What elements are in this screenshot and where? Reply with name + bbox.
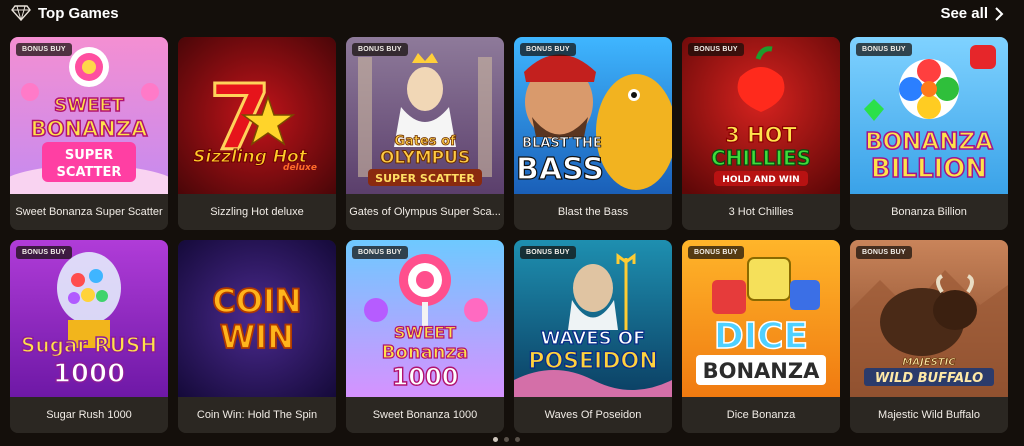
art-subtitle: deluxe xyxy=(283,163,317,173)
art-title: 1000 xyxy=(53,359,125,389)
art-title: Sugar RUSH xyxy=(21,333,157,357)
art-title: CHILLIES xyxy=(711,146,811,170)
game-title: 3 Hot Chillies xyxy=(682,194,840,230)
games-grid: SWEET BONANZA SUPER SCATTER BONUS BUY Sw… xyxy=(10,37,1010,433)
game-card[interactable]: 3 HOT CHILLIES HOLD AND WIN BONUS BUY 3 … xyxy=(682,37,840,230)
game-title: Dice Bonanza xyxy=(682,397,840,433)
game-thumbnail: WAVES OF POSEIDON BONUS BUY xyxy=(514,240,672,397)
art-subtitle: SUPER SCATTER xyxy=(375,172,475,185)
game-title: Sweet Bonanza Super Scatter xyxy=(10,194,168,230)
chevron-right-icon xyxy=(995,6,1004,21)
art-title: 1000 xyxy=(392,363,459,391)
game-thumbnail: Gates of OLYMPUS SUPER SCATTER BONUS BUY xyxy=(346,37,504,194)
diamond-icon xyxy=(11,5,31,21)
game-title: Gates of Olympus Super Sca... xyxy=(346,194,504,230)
art-title: 3 HOT xyxy=(725,123,797,147)
bonus-buy-badge: BONUS BUY xyxy=(520,43,576,56)
game-card[interactable]: SWEET Bonanza 1000 BONUS BUY Sweet Bonan… xyxy=(346,240,504,433)
game-thumbnail: 7 Sizzling Hot deluxe xyxy=(178,37,336,194)
art-title: BONANZA xyxy=(865,129,993,155)
see-all-link[interactable]: See all xyxy=(940,5,1004,22)
art-title: POSEIDON xyxy=(528,349,657,374)
bonus-buy-badge: BONUS BUY xyxy=(688,246,744,259)
art-title: BLAST THE xyxy=(522,136,602,151)
art-title: COIN xyxy=(212,282,301,320)
game-title: Majestic Wild Buffalo xyxy=(850,397,1008,433)
game-title: Coin Win: Hold The Spin xyxy=(178,397,336,433)
bonus-buy-badge: BONUS BUY xyxy=(520,246,576,259)
game-title: Bonanza Billion xyxy=(850,194,1008,230)
page-dot[interactable] xyxy=(504,437,509,442)
art-title: WILD BUFFALO xyxy=(875,371,983,386)
art-subtitle: HOLD AND WIN xyxy=(722,175,799,185)
art-title: DICE xyxy=(714,316,808,357)
game-thumbnail: SWEET BONANZA SUPER SCATTER BONUS BUY xyxy=(10,37,168,194)
page-dot[interactable] xyxy=(493,437,498,442)
game-card[interactable]: COIN WIN Coin Win: Hold The Spin xyxy=(178,240,336,433)
game-thumbnail: BONANZA BILLION BONUS BUY xyxy=(850,37,1008,194)
art-title: SWEET xyxy=(394,323,456,342)
game-title: Sizzling Hot deluxe xyxy=(178,194,336,230)
game-card[interactable]: MAJESTIC WILD BUFFALO BONUS BUY Majestic… xyxy=(850,240,1008,433)
bonus-buy-badge: BONUS BUY xyxy=(352,43,408,56)
game-thumbnail: DICE BONANZA BONUS BUY xyxy=(682,240,840,397)
page-dot[interactable] xyxy=(515,437,520,442)
game-thumbnail: MAJESTIC WILD BUFFALO BONUS BUY xyxy=(850,240,1008,397)
art-title: WIN xyxy=(220,318,294,356)
art-title: Gates of xyxy=(394,134,456,149)
art-title: SWEET xyxy=(54,95,124,116)
art-subtitle: SUPER xyxy=(65,148,113,163)
art-title: BONANZA xyxy=(703,359,820,383)
game-thumbnail: BLAST THE BASS BONUS BUY xyxy=(514,37,672,194)
pagination-dots xyxy=(493,437,520,442)
game-card[interactable]: WAVES OF POSEIDON BONUS BUY Waves Of Pos… xyxy=(514,240,672,433)
bonus-buy-badge: BONUS BUY xyxy=(856,43,912,56)
game-card[interactable]: 7 Sizzling Hot deluxe Sizzling Hot delux… xyxy=(178,37,336,230)
art-title: BILLION xyxy=(871,154,987,184)
game-card[interactable]: Sugar RUSH 1000 BONUS BUY Sugar Rush 100… xyxy=(10,240,168,433)
game-card[interactable]: DICE BONANZA BONUS BUY Dice Bonanza xyxy=(682,240,840,433)
bonus-buy-badge: BONUS BUY xyxy=(16,43,72,56)
bonus-buy-badge: BONUS BUY xyxy=(16,246,72,259)
game-card[interactable]: Gates of OLYMPUS SUPER SCATTER BONUS BUY… xyxy=(346,37,504,230)
art-title: BASS xyxy=(516,152,604,187)
art-subtitle: SCATTER xyxy=(57,165,122,180)
art-title: WAVES OF xyxy=(541,328,646,349)
see-all-label: See all xyxy=(940,5,988,22)
bonus-buy-badge: BONUS BUY xyxy=(856,246,912,259)
game-card[interactable]: SWEET BONANZA SUPER SCATTER BONUS BUY Sw… xyxy=(10,37,168,230)
section-title: Top Games xyxy=(38,5,119,22)
art-title: OLYMPUS xyxy=(380,148,470,168)
art-title: MAJESTIC xyxy=(902,357,956,368)
art-title: BONANZA xyxy=(31,117,148,141)
game-title: Waves Of Poseidon xyxy=(514,397,672,433)
bonus-buy-badge: BONUS BUY xyxy=(688,43,744,56)
art-title: Bonanza xyxy=(382,342,468,363)
game-title: Blast the Bass xyxy=(514,194,672,230)
game-thumbnail: SWEET Bonanza 1000 BONUS BUY xyxy=(346,240,504,397)
game-title: Sweet Bonanza 1000 xyxy=(346,397,504,433)
game-title: Sugar Rush 1000 xyxy=(10,397,168,433)
bonus-buy-badge: BONUS BUY xyxy=(352,246,408,259)
game-card[interactable]: BLAST THE BASS BONUS BUY Blast the Bass xyxy=(514,37,672,230)
game-card[interactable]: BONANZA BILLION BONUS BUY Bonanza Billio… xyxy=(850,37,1008,230)
game-thumbnail: Sugar RUSH 1000 BONUS BUY xyxy=(10,240,168,397)
section-header: Top Games See all xyxy=(0,0,1024,30)
game-thumbnail: 3 HOT CHILLIES HOLD AND WIN BONUS BUY xyxy=(682,37,840,194)
game-thumbnail: COIN WIN xyxy=(178,240,336,397)
